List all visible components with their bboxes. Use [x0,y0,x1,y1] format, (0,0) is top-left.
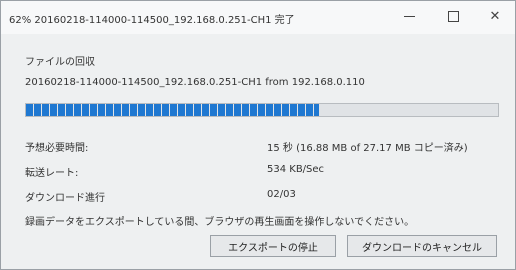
minimize-icon [403,15,415,17]
maximize-icon [447,10,459,22]
title-bar[interactable]: 62% 20160218-114000-114500_192.168.0.251… [1,1,515,34]
download-dialog-window: 62% 20160218-114000-114500_192.168.0.251… [0,0,516,270]
close-button[interactable]: ✕ [475,1,515,31]
download-progress-label: ダウンロード進行 [25,193,105,204]
time-remaining-value: 15 秒 (16.88 MB of 27.17 MB コピー済み) [267,143,468,154]
transfer-rate-value: 534 KB/Sec [267,164,325,175]
dialog-heading: ファイルの回収 [25,57,95,68]
cancel-download-button[interactable]: ダウンロードのキャンセル [347,235,497,257]
stop-export-button[interactable]: エクスポートの停止 [210,235,336,257]
transfer-rate-label: 転送レート: [25,168,79,179]
dialog-content: ファイルの回収 20160218-114000-114500_192.168.0… [17,45,499,269]
progress-fill [26,104,319,116]
maximize-button[interactable] [433,1,473,31]
minimize-button[interactable] [389,1,429,31]
file-source-line: 20160218-114000-114500_192.168.0.251-CH1… [25,77,365,88]
close-icon: ✕ [489,8,501,24]
warning-message: 録画データをエクスポートしている間、ブラウザの再生画面を操作しないでください。 [25,217,415,228]
time-remaining-label: 予想必要時間: [25,143,89,154]
progress-bar [25,103,499,117]
window-title: 62% 20160218-114000-114500_192.168.0.251… [9,15,295,26]
download-progress-value: 02/03 [267,189,296,200]
